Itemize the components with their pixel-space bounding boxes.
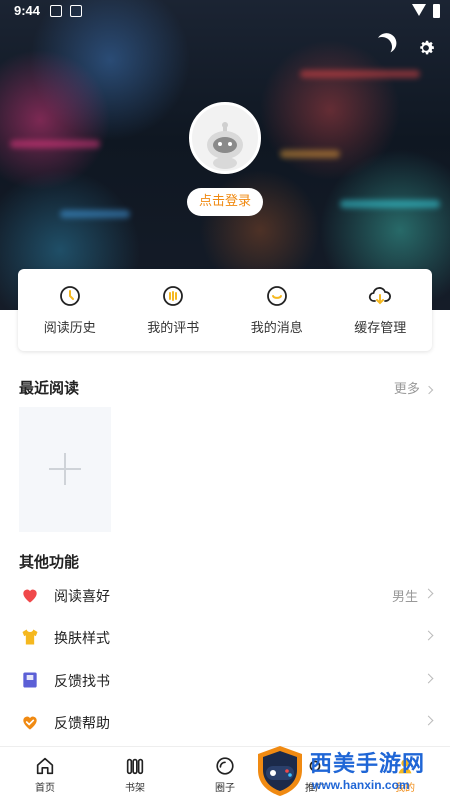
watermark-url: www.hanxin.com bbox=[312, 778, 410, 792]
settings-gear-icon[interactable] bbox=[416, 38, 436, 58]
feedback-find-book-row[interactable]: 反馈找书 bbox=[0, 659, 450, 701]
chevron-right-icon bbox=[423, 588, 434, 599]
watermark-title: 西美手游网 bbox=[310, 752, 426, 777]
chevron-right-icon bbox=[423, 630, 434, 641]
more-link[interactable]: 更多 bbox=[394, 378, 434, 397]
cache-management-button[interactable]: 缓存管理 bbox=[329, 269, 433, 351]
app-notification-icon bbox=[70, 5, 82, 17]
chevron-right-icon bbox=[424, 385, 434, 395]
heart-icon bbox=[23, 589, 37, 603]
watermark: 西美手游网 www.hanxin.com bbox=[250, 742, 450, 800]
wifi-icon bbox=[412, 4, 426, 16]
battery-icon bbox=[433, 4, 440, 18]
feedback-help-row[interactable]: 反馈帮助 bbox=[0, 701, 450, 743]
skin-style-row[interactable]: 换肤样式 bbox=[0, 616, 450, 658]
robot-avatar-icon bbox=[207, 122, 243, 169]
home-icon bbox=[36, 757, 54, 775]
nav-bookshelf[interactable]: 书架 bbox=[90, 747, 180, 800]
help-heart-icon bbox=[23, 716, 37, 730]
chevron-right-icon bbox=[423, 673, 434, 684]
quick-actions-card: 阅读历史 我的评书 我的消息 缓存管理 bbox=[18, 269, 432, 351]
cloud-download-icon bbox=[369, 287, 392, 305]
recent-reading-title: 最近阅读 bbox=[19, 379, 80, 397]
add-book-button[interactable] bbox=[19, 407, 111, 532]
history-icon bbox=[59, 286, 80, 306]
reading-preference-row[interactable]: 阅读喜好 男生 bbox=[0, 574, 450, 616]
history-button[interactable]: 阅读历史 bbox=[18, 269, 122, 351]
status-bar: 9:44 bbox=[0, 0, 450, 24]
comment-icon bbox=[163, 286, 184, 306]
chevron-right-icon bbox=[423, 715, 434, 726]
message-icon bbox=[266, 286, 287, 306]
image-notification-icon bbox=[50, 5, 62, 17]
book-icon bbox=[23, 672, 37, 688]
shirt-icon bbox=[22, 629, 38, 645]
status-time: 9:44 bbox=[14, 3, 41, 18]
avatar[interactable] bbox=[189, 102, 261, 174]
bookshelf-icon bbox=[126, 758, 144, 775]
login-button[interactable]: 点击登录 bbox=[187, 188, 263, 216]
other-functions-title: 其他功能 bbox=[19, 553, 80, 571]
my-messages-button[interactable]: 我的消息 bbox=[225, 269, 329, 351]
nav-home[interactable]: 首页 bbox=[0, 747, 90, 800]
gamepad-shield-logo-icon bbox=[258, 746, 302, 796]
my-comments-button[interactable]: 我的评书 bbox=[122, 269, 226, 351]
circle-icon bbox=[216, 757, 234, 775]
